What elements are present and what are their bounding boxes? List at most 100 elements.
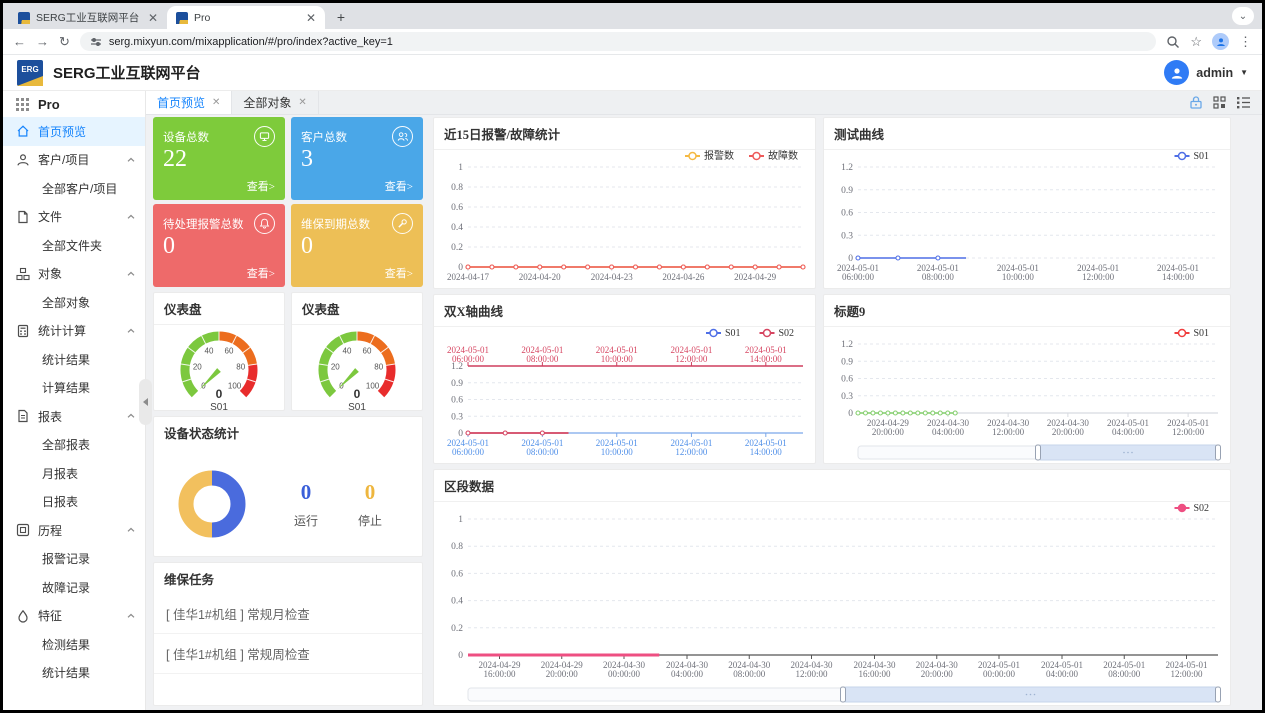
test-curve-line-chart[interactable]: 1.20.90.60.302024-05-0106:00:002024-05-0… — [824, 145, 1230, 288]
panel-segment-data: 区段数据 10.80.60.40.202024-04-2916:00:00202… — [433, 469, 1231, 706]
favicon — [176, 12, 188, 24]
sidebar-item-报表[interactable]: 报表 — [3, 402, 145, 431]
tab-close-icon[interactable]: ✕ — [212, 97, 220, 108]
tab-search-chevron-icon[interactable]: ⌄ — [1232, 7, 1254, 25]
sidebar-collapse-handle[interactable] — [139, 379, 152, 425]
sidebar-item-全部对象[interactable]: 全部对象 — [3, 288, 145, 317]
panel-title: 设备状态统计 — [154, 417, 422, 448]
chevron-up-icon — [127, 153, 135, 167]
sidebar-item-全部客户/项目[interactable]: 全部客户/项目 — [3, 174, 145, 203]
panel-title: 维保任务 — [154, 563, 422, 594]
svg-text:2024-04-29: 2024-04-29 — [734, 272, 776, 282]
card-view-link[interactable]: 查看> — [247, 265, 275, 281]
sidebar-item-label: 报表 — [38, 408, 119, 425]
segment-data-line-chart[interactable]: 10.80.60.40.202024-04-2916:00:002024-04-… — [434, 497, 1230, 705]
sidebar-item-统计结果[interactable]: 统计结果 — [3, 659, 145, 688]
svg-text:0.9: 0.9 — [841, 186, 853, 196]
sidebar-item-日报表[interactable]: 日报表 — [3, 488, 145, 517]
address-bar[interactable]: serg.mixyun.com/mixapplication/#/pro/ind… — [80, 32, 1156, 51]
device-status-donut-chart[interactable] — [170, 462, 254, 546]
site-settings-icon[interactable] — [90, 36, 102, 48]
content-tabbar: 首页预览 ✕ 全部对象 ✕ — [146, 91, 1262, 115]
browser-tab[interactable]: SERG工业互联网平台✕ — [9, 6, 167, 29]
tab-close-icon[interactable]: ✕ — [298, 97, 306, 108]
tab-close-icon[interactable]: ✕ — [148, 11, 158, 25]
browser-tab[interactable]: Pro✕ — [167, 6, 325, 29]
sidebar-item-全部文件夹[interactable]: 全部文件夹 — [3, 231, 145, 260]
sidebar-item-label: 计算结果 — [42, 379, 135, 396]
alarm-fault-line-chart[interactable]: 10.80.60.40.202024-04-172024-04-202024-0… — [434, 145, 815, 288]
maintenance-task-item[interactable]: [ 佳华1#机组 ] 常规月检查 — [154, 594, 422, 634]
sidebar-item-对象[interactable]: 对象 — [3, 260, 145, 289]
status-stat-停止: 0停止 — [358, 480, 382, 529]
svg-text:80: 80 — [374, 363, 383, 372]
sidebar-item-历程[interactable]: 历程 — [3, 516, 145, 545]
zoom-icon[interactable] — [1166, 35, 1180, 49]
sidebar-item-label: 客户/项目 — [38, 151, 119, 168]
browser-menu-icon[interactable]: ⋮ — [1239, 35, 1252, 48]
sidebar-item-客户/项目[interactable]: 客户/项目 — [3, 146, 145, 175]
tab-close-icon[interactable]: ✕ — [306, 11, 316, 25]
alarm-icon — [254, 213, 275, 234]
svg-text:0.6: 0.6 — [841, 209, 853, 219]
forward-icon[interactable]: → — [36, 35, 49, 48]
stat-card-设备总数[interactable]: 设备总数22查看> — [153, 117, 285, 200]
sidebar-item-label: 故障记录 — [42, 579, 135, 596]
svg-text:06:00:00: 06:00:00 — [452, 447, 485, 457]
card-value: 0 — [301, 234, 413, 259]
stat-card-待处理报警总数[interactable]: 待处理报警总数0查看> — [153, 204, 285, 287]
card-view-link[interactable]: 查看> — [247, 178, 275, 194]
sidebar-item-特征[interactable]: 特征 — [3, 602, 145, 631]
sidebar-item-统计结果[interactable]: 统计结果 — [3, 345, 145, 374]
title9-line-chart[interactable]: 1.20.90.60.302024-04-2920:00:002024-04-3… — [824, 322, 1230, 463]
user-avatar[interactable] — [1164, 60, 1189, 85]
dashboard-content: 设备总数22查看>客户总数3查看>待处理报警总数0查看>维保到期总数0查看> 仪… — [146, 115, 1262, 710]
app-header: ERG SERG工业互联网平台 admin ▼ — [3, 55, 1262, 91]
layout-grid-icon[interactable] — [1213, 96, 1226, 109]
sidebar-item-统计计算[interactable]: 统计计算 — [3, 317, 145, 346]
card-view-link[interactable]: 查看> — [385, 265, 413, 281]
sidebar-item-文件[interactable]: 文件 — [3, 203, 145, 232]
browser-profile-avatar[interactable] — [1212, 33, 1229, 50]
sidebar-item-月报表[interactable]: 月报表 — [3, 459, 145, 488]
sidebar-app-header[interactable]: Pro — [3, 91, 145, 117]
svg-text:0.8: 0.8 — [451, 183, 463, 193]
dual-x-axis-line-chart[interactable]: 1.20.90.60.302024-05-0106:00:002024-05-0… — [434, 322, 815, 463]
list-view-icon[interactable] — [1237, 96, 1250, 109]
tab-all-objects[interactable]: 全部对象 ✕ — [232, 91, 318, 114]
sidebar-item-计算结果[interactable]: 计算结果 — [3, 374, 145, 403]
tab-home-preview[interactable]: 首页预览 ✕ — [146, 91, 232, 114]
device-icon — [254, 126, 275, 147]
back-icon[interactable]: ← — [13, 35, 26, 48]
user-menu-caret-icon[interactable]: ▼ — [1240, 68, 1248, 77]
stat-card-客户总数[interactable]: 客户总数3查看> — [291, 117, 423, 200]
sidebar-item-报警记录[interactable]: 报警记录 — [3, 545, 145, 574]
stat-label: 运行 — [294, 512, 318, 529]
sidebar-item-全部报表[interactable]: 全部报表 — [3, 431, 145, 460]
svg-text:0: 0 — [848, 409, 853, 419]
reload-icon[interactable]: ↻ — [59, 35, 70, 48]
svg-text:1: 1 — [458, 515, 463, 525]
bookmark-star-icon[interactable]: ☆ — [1190, 35, 1202, 48]
gauge-chart[interactable]: 0204060801000S01 — [292, 320, 422, 410]
svg-text:16:00:00: 16:00:00 — [483, 669, 516, 679]
svg-text:80: 80 — [236, 363, 245, 372]
sidebar-item-检测结果[interactable]: 检测结果 — [3, 630, 145, 659]
gauge-chart[interactable]: 0204060801000S01 — [154, 320, 284, 410]
username[interactable]: admin — [1196, 66, 1233, 80]
svg-text:0.3: 0.3 — [451, 412, 463, 422]
card-view-link[interactable]: 查看> — [385, 178, 413, 194]
lock-icon[interactable] — [1190, 96, 1202, 109]
maintenance-task-item[interactable]: [ 佳华1#机组 ] 常规周检查 — [154, 634, 422, 674]
svg-text:08:00:00: 08:00:00 — [922, 272, 955, 282]
new-tab-button[interactable]: + — [331, 7, 351, 27]
stat-card-维保到期总数[interactable]: 维保到期总数0查看> — [291, 204, 423, 287]
browser-window: SERG工业互联网平台✕Pro✕ + ⌄ ← → ↻ serg.mixyun.c… — [3, 3, 1262, 710]
svg-text:04:00:00: 04:00:00 — [932, 427, 965, 437]
sidebar-item-故障记录[interactable]: 故障记录 — [3, 573, 145, 602]
sidebar-item-label: 统计结果 — [42, 351, 135, 368]
calc-icon — [16, 324, 30, 338]
svg-text:报警数: 报警数 — [704, 149, 734, 162]
svg-text:0: 0 — [354, 387, 361, 401]
sidebar-item-首页预览[interactable]: 首页预览 — [3, 117, 145, 146]
